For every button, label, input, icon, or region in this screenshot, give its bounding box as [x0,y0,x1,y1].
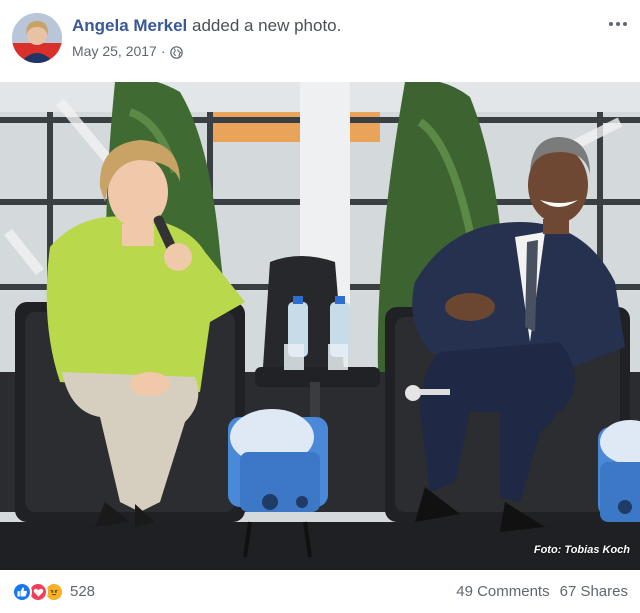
engagement-counts: 49 Comments 67 Shares [456,582,628,602]
post-meta: May 25, 2017 · [72,42,183,60]
post-footer: 528 49 Comments 67 Shares [0,570,640,613]
post-date-link[interactable]: May 25, 2017 [72,42,157,60]
author-avatar[interactable] [12,13,62,63]
globe-icon[interactable] [169,45,183,59]
post-header: Angela Merkel added a new photo. May 25,… [0,0,640,82]
meta-separator: · [160,43,166,59]
post-photo[interactable]: Foto: Tobias Koch [0,82,640,570]
shares-count-link[interactable]: 67 Shares [560,582,628,602]
like-icon [12,582,32,602]
reactions-summary[interactable]: 528 [12,582,95,602]
post-header-line: Angela Merkel added a new photo. [72,16,341,36]
author-name-link[interactable]: Angela Merkel [72,16,187,35]
post-action-text: added a new photo. [192,16,342,35]
reaction-count: 528 [70,583,96,600]
more-options-icon[interactable] [608,16,628,32]
comments-count-link[interactable]: 49 Comments [456,582,549,602]
photo-credit: Foto: Tobias Koch [533,544,630,556]
spotlight-right [598,420,640,522]
